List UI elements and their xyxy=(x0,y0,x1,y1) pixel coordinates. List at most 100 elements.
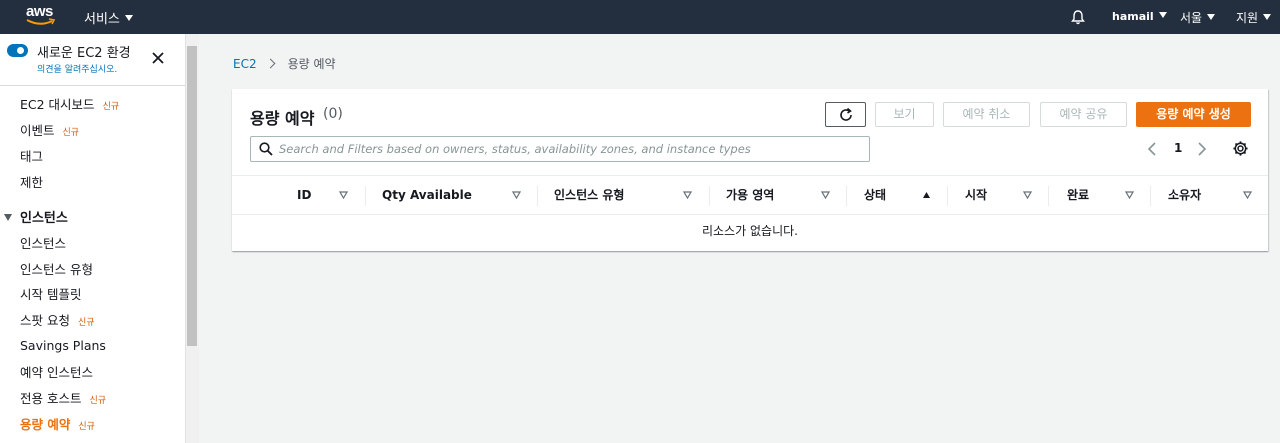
sidebar-item-launch-templates[interactable]: 시작 템플릿 xyxy=(20,284,81,303)
item-count: (0) xyxy=(323,106,343,122)
aws-logo[interactable]: aws xyxy=(26,4,56,30)
cancel-reservation-button[interactable]: 예약 취소 xyxy=(943,102,1030,127)
caret-down-icon xyxy=(1263,14,1272,20)
sidebar-scrollbar-thumb[interactable] xyxy=(187,46,197,346)
aws-logo-text: aws xyxy=(26,3,53,20)
table-header: ID Qty Available 인스턴스 유형 가용 영역 상태 시작 완료 … xyxy=(232,175,1268,215)
sidebar-item-tags[interactable]: 태그 xyxy=(20,146,43,165)
services-menu[interactable]: 서비스 xyxy=(84,8,133,27)
sidebar-item-label: 인스턴스 유형 xyxy=(20,262,93,277)
breadcrumb: EC2 용량 예약 xyxy=(233,55,336,72)
column-header-owner[interactable]: 소유자 xyxy=(1168,176,1201,214)
column-header-start[interactable]: 시작 xyxy=(965,176,987,214)
caret-down-icon xyxy=(124,15,133,21)
column-header-state[interactable]: 상태 xyxy=(864,176,886,214)
column-divider[interactable] xyxy=(537,186,538,206)
sidebar-item-instance-types[interactable]: 인스턴스 유형 xyxy=(20,259,93,278)
chevron-right-icon[interactable] xyxy=(1197,141,1207,157)
chevron-right-icon xyxy=(265,58,276,69)
search-icon xyxy=(259,142,273,156)
section-title: 인스턴스 xyxy=(20,211,68,226)
sidebar-item-label: 이벤트 xyxy=(20,123,55,138)
sidebar-item-label: 태그 xyxy=(20,149,44,164)
column-header-qty-available[interactable]: Qty Available xyxy=(382,176,472,214)
new-experience-title: 새로운 EC2 환경 xyxy=(37,46,131,61)
sort-icon[interactable] xyxy=(821,191,830,199)
sidebar-item-label: 시작 템플릿 xyxy=(20,287,82,302)
breadcrumb-current: 용량 예약 xyxy=(287,57,336,71)
new-badge: 신규 xyxy=(77,318,95,328)
account-menu[interactable]: hamail xyxy=(1112,10,1167,23)
page-title: 용량 예약 xyxy=(250,109,315,128)
sidebar-section-instances[interactable]: 인스턴스 xyxy=(4,207,68,226)
column-divider[interactable] xyxy=(1048,186,1049,206)
username: hamail xyxy=(1112,10,1154,23)
column-header-availability-zone[interactable]: 가용 영역 xyxy=(726,176,774,214)
services-label: 서비스 xyxy=(84,12,120,27)
sidebar-item-dedicated-hosts[interactable]: 전용 호스트 신규 xyxy=(20,388,106,407)
new-experience-banner: 새로운 EC2 환경 의견을 알려주십시오. xyxy=(0,34,185,86)
sort-icon[interactable] xyxy=(512,191,521,199)
sidebar-item-label: 스팟 요청 xyxy=(20,313,70,328)
top-navigation-bar: aws 서비스 hamail 서울 지원 xyxy=(0,0,1280,34)
sidebar-item-dashboard[interactable]: EC2 대시보드 신규 xyxy=(20,94,119,113)
new-badge: 신규 xyxy=(102,102,120,112)
chevron-left-icon[interactable] xyxy=(1147,141,1157,157)
sort-ascending-icon[interactable] xyxy=(922,191,931,199)
gear-icon[interactable] xyxy=(1232,140,1249,157)
close-icon[interactable] xyxy=(150,50,166,66)
new-badge: 신규 xyxy=(89,396,107,406)
new-badge: 신규 xyxy=(78,422,95,432)
search-input[interactable] xyxy=(279,139,864,159)
sidebar-item-label: Savings Plans xyxy=(20,338,106,353)
sidebar-item-savings-plans[interactable]: Savings Plans xyxy=(20,338,106,353)
sort-icon[interactable] xyxy=(1125,191,1134,199)
caret-down-icon xyxy=(1158,12,1167,18)
sidebar-item-label: EC2 대시보드 xyxy=(20,97,95,112)
page-number[interactable]: 1 xyxy=(1174,141,1182,155)
column-header-instance-type[interactable]: 인스턴스 유형 xyxy=(554,176,624,214)
share-reservation-button[interactable]: 예약 공유 xyxy=(1040,102,1127,127)
region-menu[interactable]: 서울 xyxy=(1180,9,1216,26)
sidebar-item-events[interactable]: 이벤트 신규 xyxy=(20,120,79,139)
support-menu[interactable]: 지원 xyxy=(1236,9,1272,26)
sidebar-item-spot-requests[interactable]: 스팟 요청 신규 xyxy=(20,310,95,329)
sidebar-item-capacity-reservations[interactable]: 용량 예약 신규 xyxy=(20,414,95,433)
create-capacity-reservation-button[interactable]: 용량 예약 생성 xyxy=(1136,102,1251,127)
feedback-link[interactable]: 의견을 알려주십시오. xyxy=(37,62,117,75)
refresh-icon xyxy=(839,107,852,121)
sidebar-item-label: 전용 호스트 xyxy=(20,391,82,406)
column-divider[interactable] xyxy=(709,186,710,206)
caret-down-icon xyxy=(1207,14,1216,20)
refresh-button[interactable] xyxy=(825,102,866,127)
new-experience-toggle[interactable] xyxy=(7,44,28,57)
support-label: 지원 xyxy=(1236,11,1259,25)
sidebar-item-reserved-instances[interactable]: 예약 인스턴스 xyxy=(20,362,93,381)
sidebar-item-label: 인스턴스 xyxy=(20,236,67,251)
region-label: 서울 xyxy=(1180,11,1203,25)
column-header-end[interactable]: 완료 xyxy=(1067,176,1089,214)
view-button[interactable]: 보기 xyxy=(875,102,934,127)
sort-icon[interactable] xyxy=(1243,191,1252,199)
sidebar-item-label: 용량 예약 xyxy=(20,417,71,432)
bell-icon[interactable] xyxy=(1070,9,1086,25)
column-divider[interactable] xyxy=(846,186,847,206)
sort-icon[interactable] xyxy=(339,191,348,199)
breadcrumb-ec2-link[interactable]: EC2 xyxy=(233,57,257,71)
sidebar-item-label: 제한 xyxy=(20,175,44,190)
column-header-id[interactable]: ID xyxy=(297,176,311,214)
new-badge: 신규 xyxy=(62,128,80,138)
sidebar-item-label: 예약 인스턴스 xyxy=(20,365,93,380)
sidebar-item-instances[interactable]: 인스턴스 xyxy=(20,233,66,252)
column-divider[interactable] xyxy=(947,186,948,206)
sort-icon[interactable] xyxy=(1023,191,1032,199)
search-box xyxy=(250,136,870,162)
column-divider[interactable] xyxy=(1150,186,1151,206)
capacity-reservations-panel: 용량 예약 (0) 보기 예약 취소 예약 공유 용량 예약 생성 1 ID Q… xyxy=(232,89,1268,251)
caret-down-icon xyxy=(4,214,12,221)
column-divider[interactable] xyxy=(365,186,366,206)
sidebar-item-limits[interactable]: 제한 xyxy=(20,172,43,191)
sidebar: 새로운 EC2 환경 의견을 알려주십시오. EC2 대시보드 신규 이벤트 신규 … xyxy=(0,34,185,443)
sort-icon[interactable] xyxy=(683,191,692,199)
empty-table-message: 리소스가 없습니다. xyxy=(702,224,798,238)
